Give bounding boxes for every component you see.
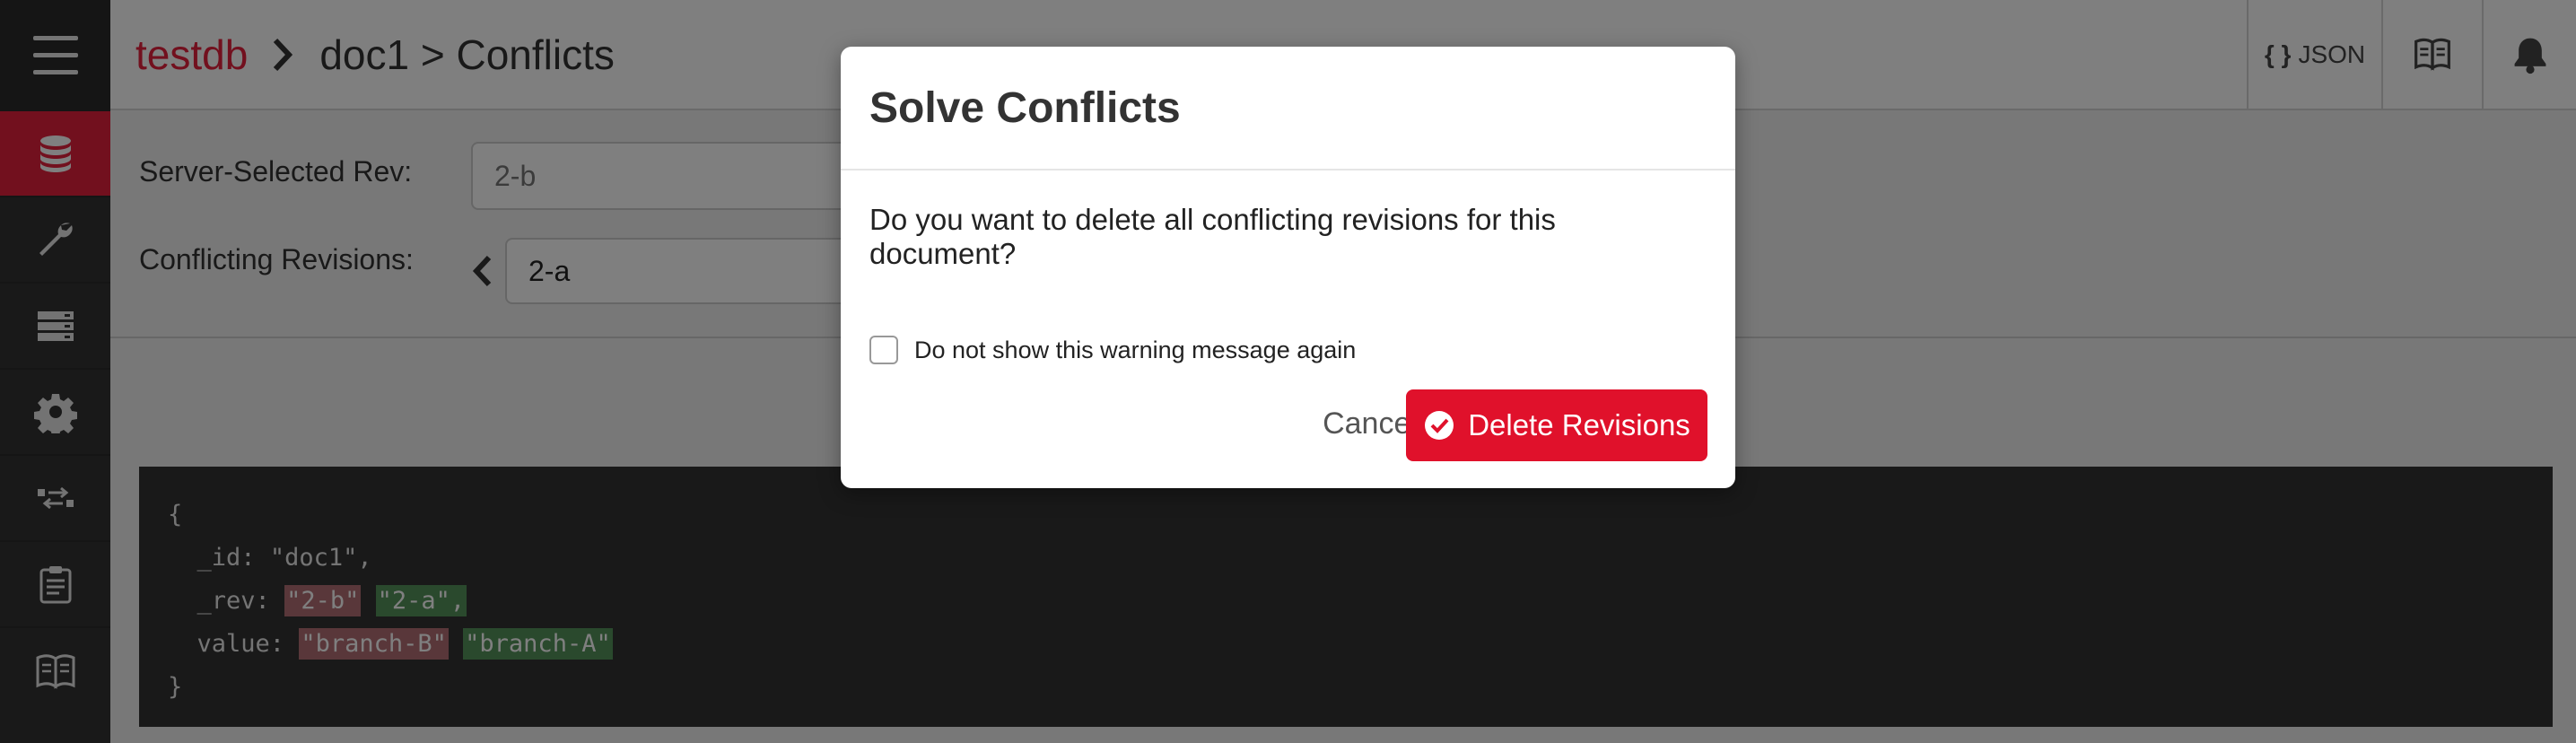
dont-show-again-label[interactable]: Do not show this warning message again [914,337,1356,364]
solve-conflicts-dialog: Solve Conflicts Do you want to delete al… [841,47,1735,488]
modal-header: Solve Conflicts [841,47,1735,170]
modal-body: Do you want to delete all conflicting re… [841,170,1735,271]
check-circle-icon [1425,411,1454,440]
dont-show-again-checkbox[interactable] [869,336,898,364]
delete-revisions-button[interactable]: Delete Revisions [1406,389,1707,461]
delete-revisions-label: Delete Revisions [1468,408,1690,441]
modal-message: Do you want to delete all conflicting re… [869,203,1556,270]
dont-show-again-row[interactable]: Do not show this warning message again [869,336,1356,364]
modal-title: Solve Conflicts [869,83,1181,132]
